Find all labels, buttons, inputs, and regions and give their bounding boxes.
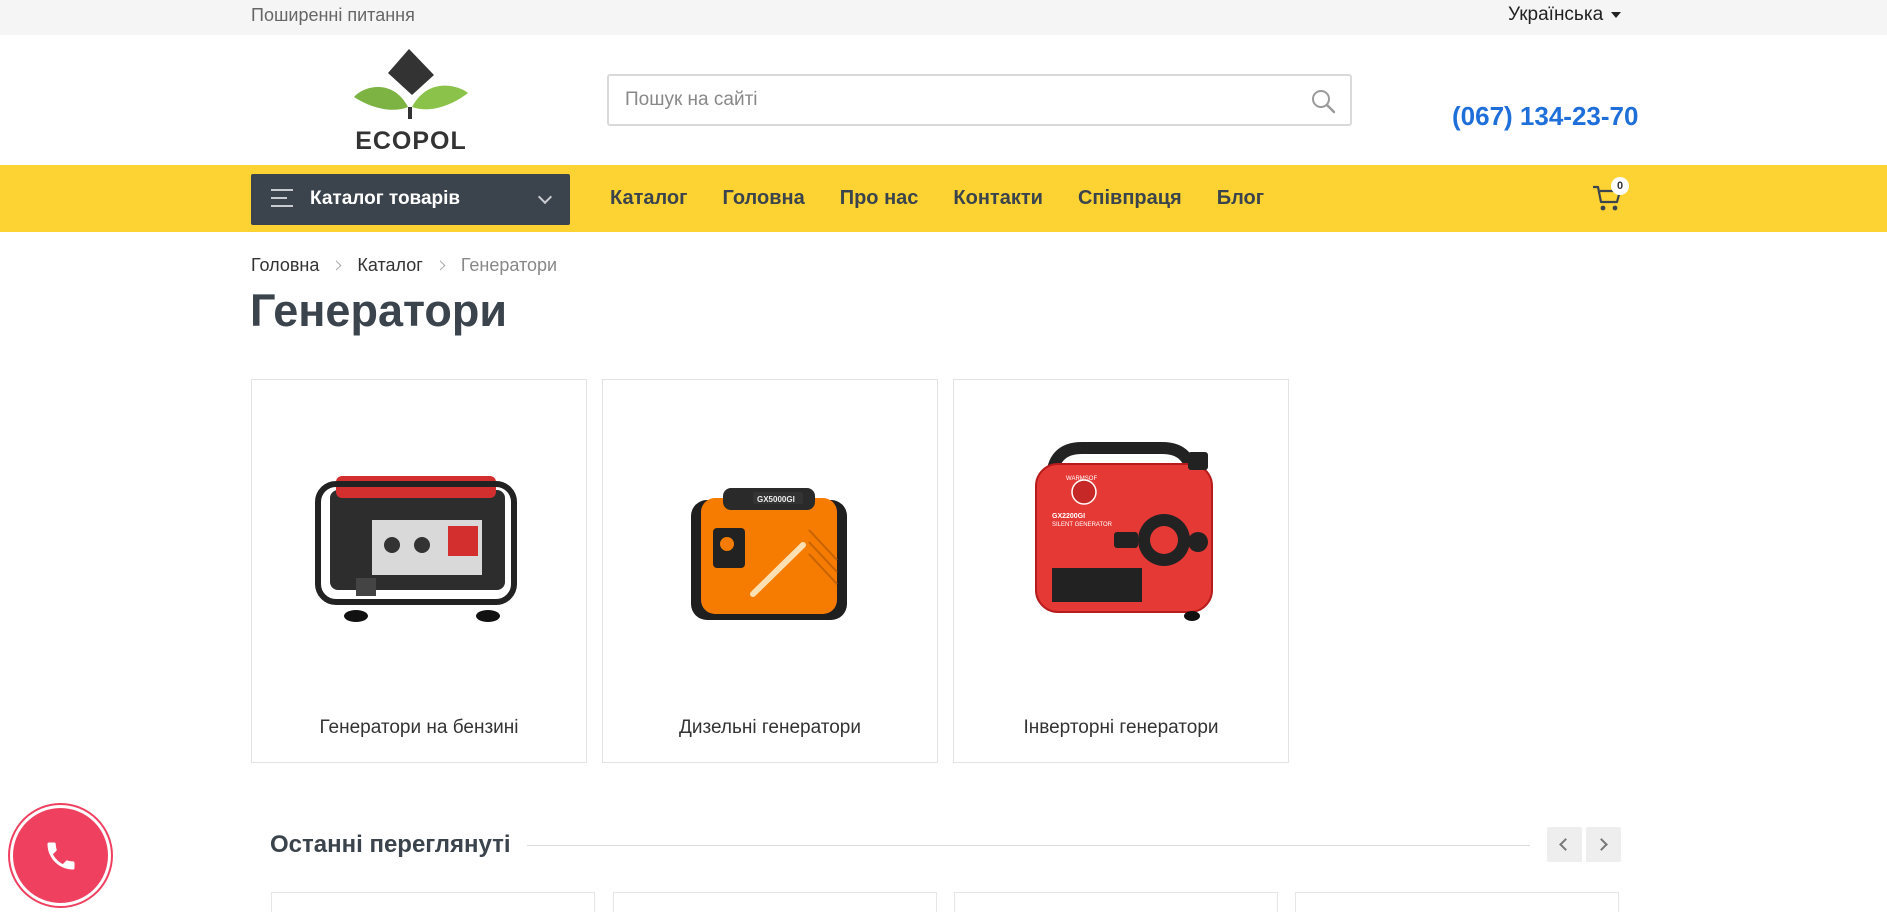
breadcrumb: Головна Каталог Генератори — [251, 255, 557, 276]
menu-item-home[interactable]: Головна — [722, 187, 804, 210]
product-label: GX5000GI — [757, 495, 795, 504]
chevron-right-icon — [1595, 838, 1608, 851]
recent-product-card[interactable] — [613, 892, 937, 912]
petrol-generator-image — [315, 476, 517, 622]
language-selector[interactable]: Українська — [1508, 4, 1622, 26]
chevron-left-icon — [1559, 838, 1572, 851]
faq-link[interactable]: Поширенні питання — [251, 5, 415, 26]
top-bar: Поширенні питання Українська — [0, 0, 1887, 35]
recent-product-card[interactable] — [954, 892, 1278, 912]
category-name: Інверторні генератори — [1023, 717, 1219, 738]
product-brand: WARMSOF — [1066, 476, 1097, 482]
call-button[interactable] — [10, 805, 111, 906]
product-label: GX2200GI — [1052, 513, 1085, 520]
category-card-petrol[interactable]: Генератори на бензині — [251, 379, 587, 763]
search-box[interactable] — [607, 74, 1352, 126]
recently-viewed-title: Останні переглянуті — [270, 831, 511, 858]
cart-count-badge: 0 — [1611, 177, 1629, 195]
carousel-next-button[interactable] — [1586, 827, 1621, 862]
category-name: Генератори на бензині — [319, 717, 519, 738]
category-name: Дизельні генератори — [679, 717, 861, 738]
site-logo[interactable]: ECOPOL — [352, 47, 470, 155]
main-nav-bar: Каталог товарів Каталог Головна Про нас … — [0, 165, 1887, 232]
catalog-button[interactable]: Каталог товарів — [251, 174, 570, 225]
menu-item-contacts[interactable]: Контакти — [953, 187, 1043, 210]
main-menu: Каталог Головна Про нас Контакти Співпра… — [610, 187, 1299, 210]
carousel-prev-button[interactable] — [1547, 827, 1582, 862]
inverter-generator-image: GX2200GI SILENT GENERATOR WARMSOF — [1035, 442, 1213, 621]
catalog-button-label: Каталог товарів — [310, 188, 461, 209]
search-icon[interactable] — [1310, 88, 1336, 114]
product-sublabel: SILENT GENERATOR — [1052, 522, 1113, 528]
menu-item-blog[interactable]: Блог — [1217, 187, 1264, 210]
phone-icon — [47, 842, 75, 870]
language-label: Українська — [1508, 4, 1604, 25]
phone-number[interactable]: (067) 134-23-70 — [1452, 101, 1638, 132]
menu-item-cooperation[interactable]: Співпраця — [1078, 187, 1182, 210]
diesel-generator-image: GX5000GI — [691, 488, 847, 620]
recent-product-card[interactable] — [271, 892, 595, 912]
divider — [527, 845, 1530, 846]
search-input[interactable] — [625, 76, 1285, 124]
chevron-right-icon — [435, 260, 446, 271]
menu-item-catalog[interactable]: Каталог — [610, 187, 687, 210]
page-title: Генератори — [250, 285, 508, 336]
breadcrumb-catalog[interactable]: Каталог — [357, 255, 422, 276]
caret-down-icon — [1611, 12, 1622, 18]
breadcrumb-home[interactable]: Головна — [251, 255, 319, 276]
category-card-diesel[interactable]: GX5000GI Дизельні генератори — [602, 379, 938, 763]
recent-product-card[interactable] — [1295, 892, 1619, 912]
chevron-down-icon — [537, 189, 553, 205]
breadcrumb-current: Генератори — [460, 255, 558, 275]
logo-text: ECOPOL — [355, 127, 467, 155]
menu-icon — [271, 189, 293, 209]
menu-item-about[interactable]: Про нас — [840, 187, 919, 210]
category-card-inverter[interactable]: GX2200GI SILENT GENERATOR WARMSOF Інверт… — [953, 379, 1289, 763]
chevron-right-icon — [331, 260, 342, 271]
logo-leaf-icon — [354, 49, 468, 119]
